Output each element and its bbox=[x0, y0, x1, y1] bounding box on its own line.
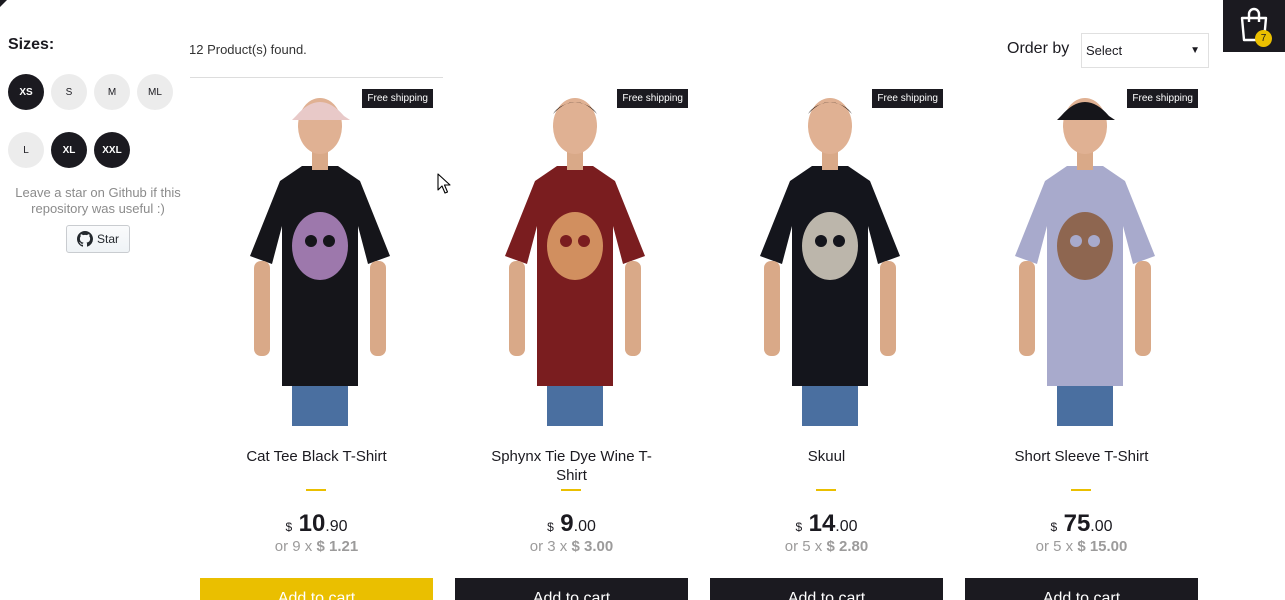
product-card[interactable]: Free shipping Short Sleeve T-Shirt $ 75.… bbox=[965, 86, 1198, 600]
price-decimal: .00 bbox=[1090, 518, 1113, 535]
product-image bbox=[1015, 98, 1155, 426]
installment-value: $ 1.21 bbox=[316, 538, 359, 555]
free-shipping-badge: Free shipping bbox=[617, 89, 688, 108]
title-underline bbox=[306, 489, 326, 491]
add-to-cart-button[interactable]: Add to cart bbox=[455, 578, 688, 600]
size-filter-s[interactable]: S bbox=[51, 74, 87, 110]
installment-value: $ 2.80 bbox=[826, 538, 869, 555]
size-filter-l[interactable]: L bbox=[8, 132, 44, 168]
size-filter-ml[interactable]: ML bbox=[137, 74, 173, 110]
product-card[interactable]: Free shipping Sphynx Tie Dye Wine T-Shir… bbox=[455, 86, 688, 600]
installment-prefix: or 5 x bbox=[784, 538, 823, 555]
dropdown-arrow-icon: ▼ bbox=[1190, 45, 1200, 56]
product-image bbox=[505, 98, 645, 426]
add-to-cart-button[interactable]: Add to cart bbox=[965, 578, 1198, 600]
product-price: $ 75.00 bbox=[965, 510, 1198, 538]
installment-value: $ 3.00 bbox=[571, 538, 614, 555]
installment-prefix: or 9 x bbox=[274, 538, 313, 555]
product-card[interactable]: Free shipping Skuul $ 14.00 or 5 x $ 2.8… bbox=[710, 86, 943, 600]
mouse-cursor-icon bbox=[437, 173, 451, 194]
corner-decoration bbox=[0, 0, 7, 7]
installment-prefix: or 3 x bbox=[529, 538, 568, 555]
installment-info: or 5 x $ 15.00 bbox=[965, 538, 1198, 555]
price-currency: $ bbox=[285, 520, 293, 534]
github-icon bbox=[76, 231, 93, 247]
sizes-title: Sizes: bbox=[8, 36, 55, 53]
title-underline bbox=[1071, 489, 1091, 491]
product-title[interactable]: Skuul bbox=[710, 447, 943, 466]
order-by-select[interactable]: Select ▼ bbox=[1081, 33, 1209, 68]
star-label: Star bbox=[96, 232, 119, 246]
installment-info: or 3 x $ 3.00 bbox=[455, 538, 688, 555]
title-underline bbox=[816, 489, 836, 491]
price-currency: $ bbox=[547, 520, 554, 534]
free-shipping-badge: Free shipping bbox=[1127, 89, 1198, 108]
cart-button[interactable]: 7 bbox=[1223, 0, 1285, 52]
product-price: $ 14.00 bbox=[710, 510, 943, 538]
price-integer: 14 bbox=[808, 510, 836, 537]
size-filter-xs[interactable]: XS bbox=[8, 74, 44, 110]
price-decimal: .00 bbox=[573, 518, 596, 535]
product-price: $ 10.90 bbox=[200, 510, 433, 538]
github-star-button[interactable]: Star bbox=[66, 225, 130, 253]
price-currency: $ bbox=[1050, 520, 1058, 534]
github-star-note: Leave a star on Github if this repositor… bbox=[15, 185, 181, 216]
size-filter-group: XS S M ML L XL XXL bbox=[8, 74, 183, 190]
size-filter-xxl[interactable]: XXL bbox=[94, 132, 130, 168]
product-title[interactable]: Short Sleeve T-Shirt bbox=[965, 447, 1198, 466]
price-decimal: .90 bbox=[325, 518, 348, 535]
price-integer: 10 bbox=[298, 510, 326, 537]
product-image bbox=[250, 98, 390, 426]
installment-prefix: or 5 x bbox=[1035, 538, 1074, 555]
product-card[interactable]: Free shipping Cat Tee Black T-Shirt $ 10… bbox=[200, 86, 433, 600]
header-divider bbox=[190, 77, 443, 78]
installment-info: or 5 x $ 2.80 bbox=[710, 538, 943, 555]
size-filter-m[interactable]: M bbox=[94, 74, 130, 110]
price-integer: 9 bbox=[560, 510, 574, 537]
products-found-count: 12 Product(s) found. bbox=[189, 42, 307, 57]
product-price: $ 9.00 bbox=[455, 510, 688, 538]
add-to-cart-button[interactable]: Add to cart bbox=[710, 578, 943, 600]
price-decimal: .00 bbox=[835, 518, 858, 535]
product-image bbox=[760, 98, 900, 426]
filters-sidebar: Sizes: XS S M ML L XL XXL Leave a star o… bbox=[8, 36, 188, 253]
installment-value: $ 15.00 bbox=[1077, 538, 1128, 555]
title-underline bbox=[561, 489, 581, 491]
installment-info: or 9 x $ 1.21 bbox=[200, 538, 433, 555]
product-title[interactable]: Sphynx Tie Dye Wine T-Shirt bbox=[455, 447, 688, 485]
product-title[interactable]: Cat Tee Black T-Shirt bbox=[200, 447, 433, 466]
order-by-label: Order by bbox=[1007, 40, 1070, 57]
size-filter-xl[interactable]: XL bbox=[51, 132, 87, 168]
add-to-cart-button[interactable]: Add to cart bbox=[200, 578, 433, 600]
free-shipping-badge: Free shipping bbox=[362, 89, 433, 108]
order-by-selected: Select bbox=[1086, 43, 1123, 58]
price-currency: $ bbox=[795, 520, 803, 534]
price-integer: 75 bbox=[1063, 510, 1091, 537]
cart-count-badge: 7 bbox=[1255, 30, 1272, 47]
free-shipping-badge: Free shipping bbox=[872, 89, 943, 108]
